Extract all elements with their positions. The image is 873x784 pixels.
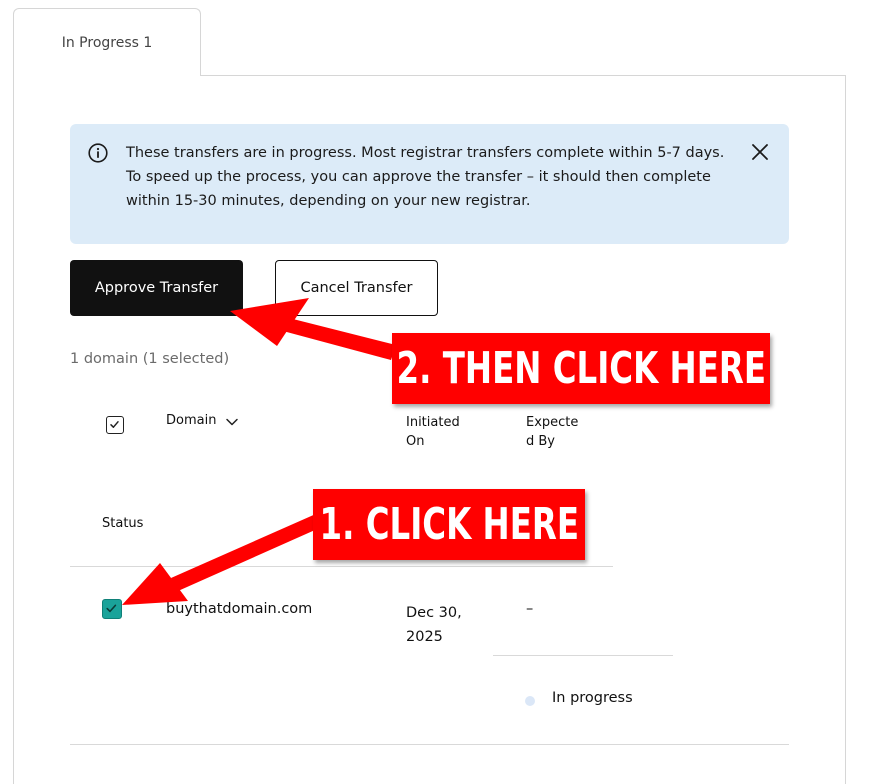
callout-step-2: 2. THEN CLICK HERE [392,333,770,404]
column-header-status: Status [102,516,144,531]
cancel-transfer-button[interactable]: Cancel Transfer [275,260,438,316]
cell-divider [493,655,673,656]
row-status: In progress [552,690,633,706]
column-header-expected-by: Expected By [526,415,579,449]
info-icon [88,143,108,163]
tab-in-progress[interactable]: In Progress 1 [13,8,201,76]
row-expected-by: – [526,601,534,617]
selection-summary: 1 domain (1 selected) [70,351,230,367]
page: In Progress 1 These transfers are in pro… [0,0,873,784]
check-icon [110,421,119,428]
chevron-down-icon[interactable] [225,415,239,429]
callout-step-1-text: 1. CLICK HERE [319,499,579,550]
row-checkbox[interactable] [102,599,122,619]
tab-label: In Progress 1 [61,34,153,51]
banner-message: These transfers are in progress. Most re… [126,145,725,209]
status-dot [525,696,535,706]
check-icon [106,604,117,613]
callout-step-2-text: 2. THEN CLICK HERE [396,343,766,394]
row-domain[interactable]: buythatdomain.com [166,601,312,617]
row-divider [70,744,789,745]
close-icon[interactable] [751,143,769,161]
callout-step-1: 1. CLICK HERE [313,489,585,560]
column-header-domain[interactable]: Domain [166,413,216,428]
approve-transfer-button[interactable]: Approve Transfer [70,260,243,316]
select-all-checkbox[interactable] [106,416,124,434]
row-initiated-on: Dec 30, 2025 [406,605,462,645]
column-header-initiated-on: Initiated On [406,415,460,449]
header-divider [70,566,613,567]
